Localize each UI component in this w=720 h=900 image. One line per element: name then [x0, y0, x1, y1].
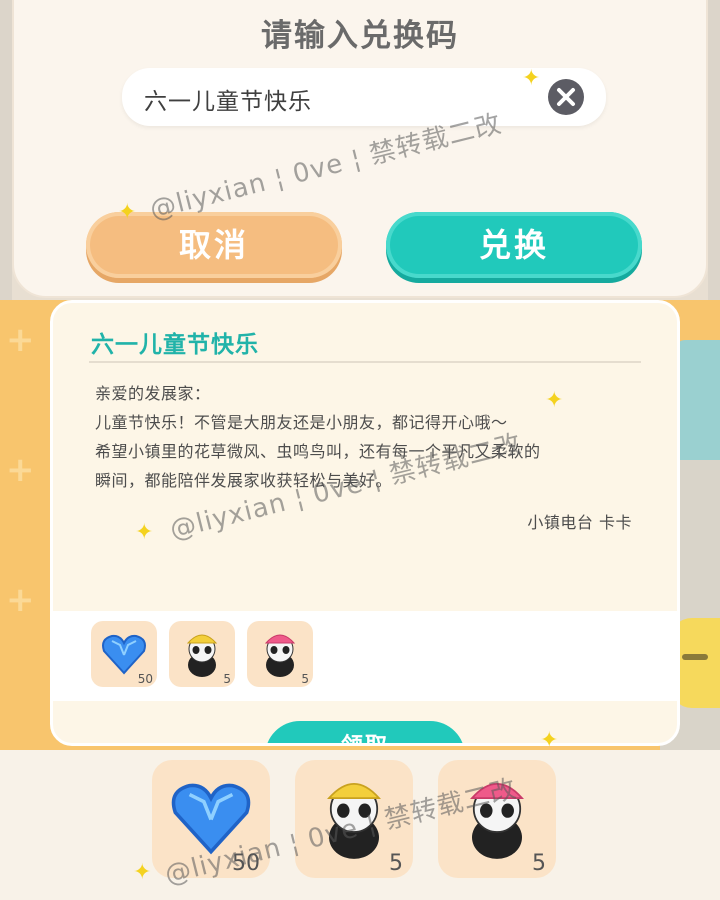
sparkle-icon: ✦	[545, 388, 564, 413]
reward-count: 5	[301, 672, 309, 686]
reward-item[interactable]: 5	[169, 621, 235, 687]
mail-signature: 小镇电台 卡卡	[527, 513, 632, 532]
preview-reward-count: 5	[389, 851, 403, 876]
reward-count: 5	[223, 672, 231, 686]
clear-icon[interactable]	[548, 79, 584, 115]
claim-button[interactable]: 领取	[265, 721, 465, 743]
sparkle-icon: ✦	[135, 520, 154, 545]
plus-pattern-icon: +	[6, 580, 35, 620]
panda-pink-hat-icon	[264, 634, 296, 677]
redeem-code-value: 六一儿童节快乐	[144, 89, 312, 115]
sparkle-icon: ✦	[133, 860, 152, 885]
mail-divider	[89, 361, 641, 363]
exchange-button[interactable]: 兑换	[386, 212, 642, 278]
reward-item[interactable]: 5	[247, 621, 313, 687]
plus-pattern-icon: +	[6, 450, 35, 490]
mail-greeting: 亲爱的发展家：	[95, 384, 211, 403]
background-window	[675, 340, 720, 460]
sparkle-icon: ✦	[118, 200, 137, 225]
mail-section: + + + 六一儿童节快乐 亲爱的发展家： 儿童节快乐！不管是大朋友还是小朋友，…	[0, 300, 720, 750]
preview-reward-count: 5	[532, 851, 546, 876]
sparkle-icon: ✦	[522, 66, 541, 91]
mail-line: 儿童节快乐！不管是大朋友还是小朋友，都记得开心哦～	[95, 413, 508, 432]
reward-item[interactable]: 50	[91, 621, 157, 687]
sparkle-icon: ✦	[540, 728, 559, 753]
dialog-title: 请输入兑换码	[261, 18, 459, 54]
background-edge-right	[708, 0, 720, 300]
mail-reward-list: 50 5 5	[53, 611, 677, 701]
plus-pattern-icon: +	[6, 320, 35, 360]
reward-count: 50	[137, 672, 153, 686]
background-edge-left	[0, 0, 12, 300]
panda-yellow-hat-icon	[186, 634, 218, 677]
mail-title: 六一儿童节快乐	[91, 332, 259, 358]
